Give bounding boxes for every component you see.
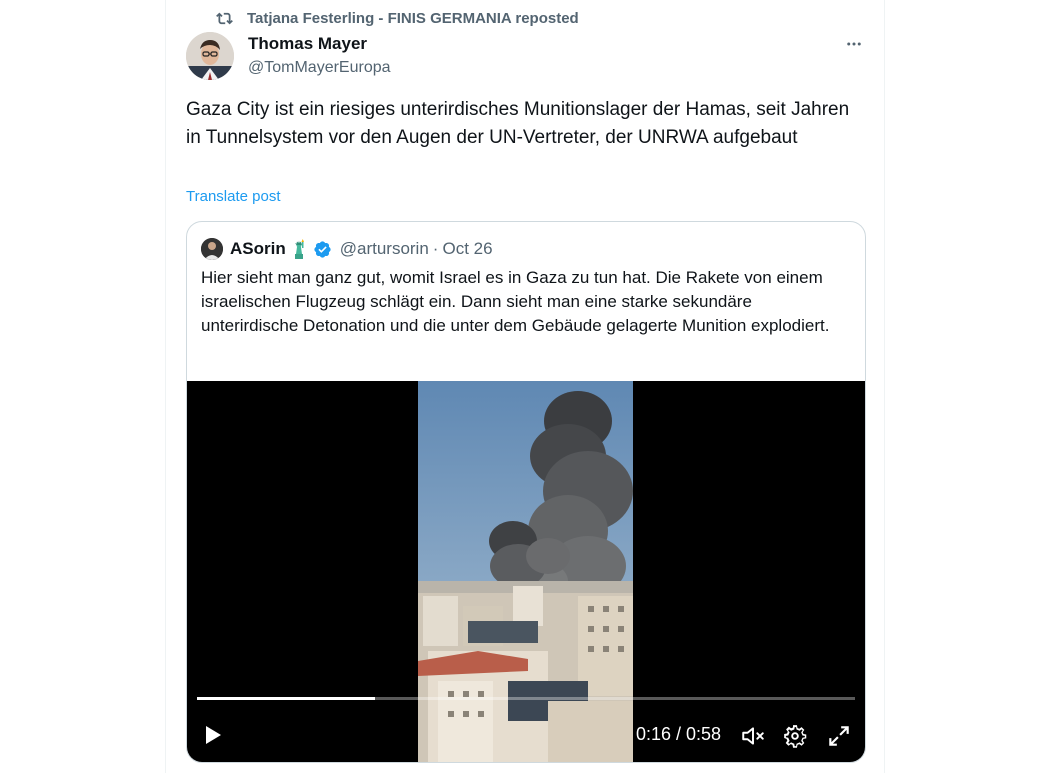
quoted-author-avatar[interactable] (201, 238, 223, 260)
author-avatar[interactable] (186, 32, 234, 80)
fullscreen-button[interactable] (826, 723, 852, 749)
quoted-author-name[interactable]: ASorin (230, 239, 286, 259)
translate-post-link[interactable]: Translate post (186, 188, 281, 205)
repost-text: Tatjana Festerling - FINIS GERMANIA repo… (247, 9, 579, 27)
quoted-post[interactable]: ASorin @artursorin · Oct 26 Hier sieht m… (186, 221, 866, 763)
fullscreen-icon (829, 726, 849, 746)
video-player[interactable]: 0:16 / 0:58 (187, 381, 865, 762)
settings-icon (784, 725, 807, 748)
more-icon (847, 42, 861, 46)
settings-button[interactable] (782, 723, 808, 749)
separator-dot: · (432, 239, 439, 258)
video-progress-bar[interactable] (197, 697, 855, 700)
repost-indicator[interactable]: Tatjana Festerling - FINIS GERMANIA repo… (216, 8, 579, 28)
verified-badge-icon (313, 240, 332, 259)
author-name[interactable]: Thomas Mayer (248, 34, 367, 54)
timeline-column: Tatjana Festerling - FINIS GERMANIA repo… (165, 0, 885, 773)
statue-of-liberty-icon (288, 238, 310, 260)
mute-button[interactable] (740, 723, 766, 749)
video-time: 0:16 / 0:58 (636, 724, 722, 744)
post-text: Gaza City ist ein riesiges unterirdische… (186, 99, 850, 148)
quoted-post-header: ASorin @artursorin · Oct 26 (201, 237, 493, 261)
repost-icon (216, 12, 233, 24)
play-button[interactable] (202, 724, 224, 746)
quoted-post-text: Hier sieht man ganz gut, womit Israel es… (201, 268, 830, 335)
more-options-button[interactable] (842, 32, 866, 56)
quoted-author-handle[interactable]: @artursorin (340, 239, 429, 259)
video-frame (418, 381, 633, 762)
author-handle[interactable]: @TomMayerEuropa (248, 59, 391, 77)
video-progress-fill (197, 697, 375, 700)
play-icon (206, 726, 221, 744)
mute-icon (742, 727, 764, 745)
quoted-post-date[interactable]: Oct 26 (442, 239, 492, 259)
